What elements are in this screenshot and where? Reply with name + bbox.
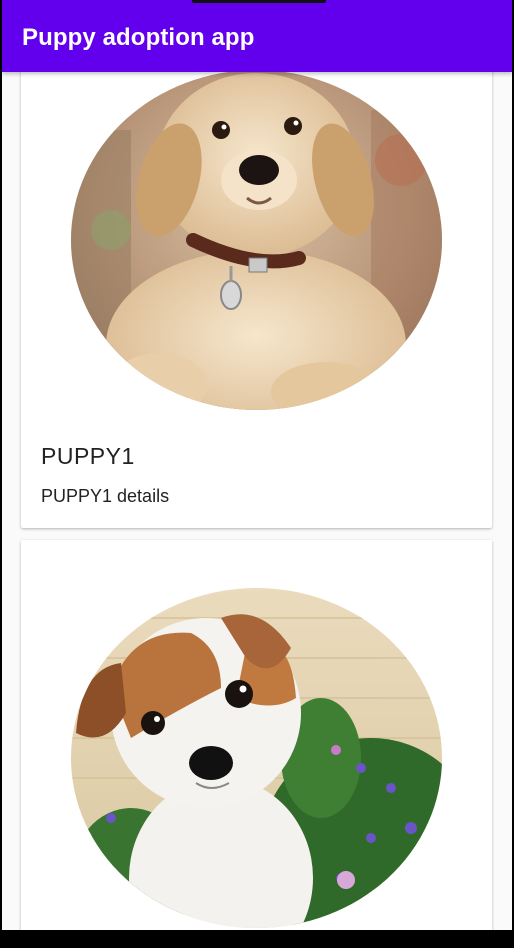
- puppy-name: PUPPY1: [41, 443, 135, 469]
- jack-russell-puppy-photo: [71, 588, 442, 928]
- puppy-photo: [71, 70, 442, 410]
- puppy-photo: [71, 588, 442, 928]
- app-title: Puppy adoption app: [22, 24, 255, 51]
- app-screen: Puppy adoption app PUPPY1 PUPPY1 details: [2, 0, 512, 930]
- camera-notch: [192, 0, 326, 3]
- puppy-card[interactable]: [21, 540, 492, 930]
- top-app-bar: Puppy adoption app: [2, 0, 512, 72]
- puppy-card[interactable]: PUPPY1 PUPPY1 details: [21, 0, 492, 528]
- puppy-details: PUPPY1 details: [41, 486, 170, 506]
- golden-retriever-puppy-photo: [71, 70, 442, 410]
